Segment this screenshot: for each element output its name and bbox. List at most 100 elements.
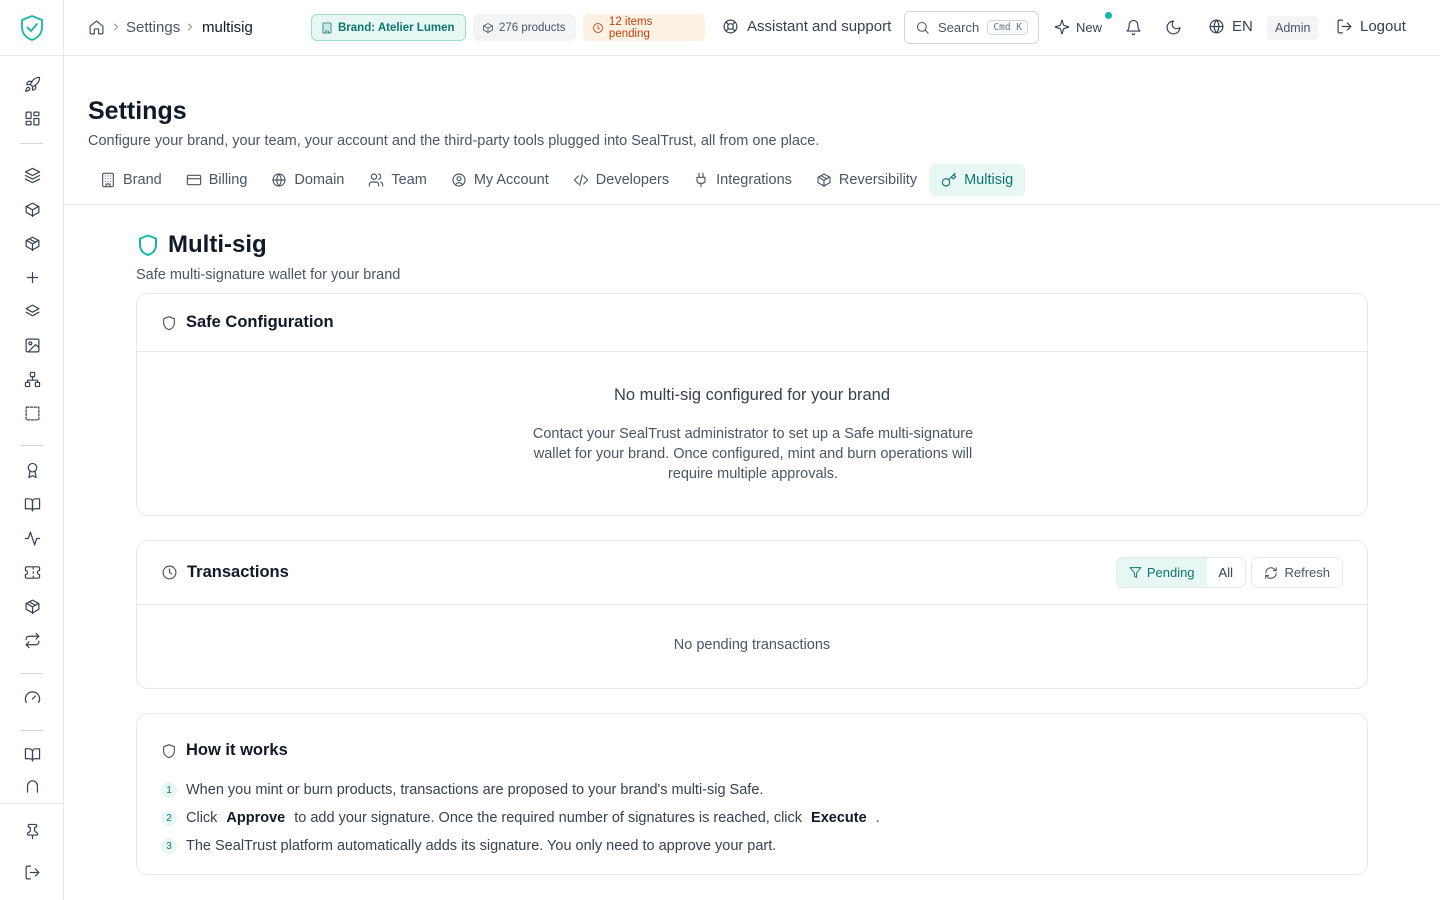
search-icon bbox=[916, 21, 929, 34]
filter-pending-button[interactable]: Pending bbox=[1116, 558, 1207, 587]
sidebar bbox=[0, 0, 64, 900]
sidebar-divider bbox=[20, 730, 43, 731]
stack-icon[interactable] bbox=[22, 301, 42, 321]
lifebuoy-icon bbox=[723, 19, 738, 34]
multisig-subtitle: Safe multi-signature wallet for your bra… bbox=[136, 267, 401, 283]
empty-state-title: No multi-sig configured for your brand bbox=[613, 386, 891, 404]
tab-developers[interactable]: Developers bbox=[561, 164, 681, 196]
multisig-title: Multi-sig bbox=[168, 231, 267, 258]
chevron-right-icon bbox=[110, 21, 122, 33]
products-badge[interactable]: 276 products bbox=[473, 14, 576, 41]
shield-icon bbox=[136, 233, 160, 257]
building-icon bbox=[102, 172, 114, 188]
tab-label: Brand bbox=[123, 172, 162, 188]
logout-icon[interactable] bbox=[22, 862, 42, 882]
activity-icon[interactable] bbox=[22, 528, 42, 548]
tab-domain[interactable]: Domain bbox=[259, 164, 356, 196]
brand-badge[interactable]: Brand: Atelier Lumen bbox=[311, 14, 466, 41]
card-header: Safe Configuration bbox=[137, 294, 1367, 351]
box-icon[interactable] bbox=[22, 199, 42, 219]
language-label: EN bbox=[1232, 18, 1253, 35]
sitemap-icon[interactable] bbox=[22, 369, 42, 389]
book-open-icon[interactable] bbox=[22, 744, 42, 764]
sidebar-top-divider bbox=[0, 55, 63, 56]
assistant-support-label: Assistant and support bbox=[747, 18, 892, 35]
user-circle-icon bbox=[452, 173, 466, 187]
logout-label: Logout bbox=[1360, 18, 1406, 35]
step-item: 2 Click Approve to add your signature. O… bbox=[161, 804, 880, 832]
code-icon bbox=[573, 174, 589, 186]
step-text-mid: to add your signature. Once the required… bbox=[294, 810, 803, 826]
filter-all-button[interactable]: All bbox=[1207, 558, 1245, 587]
moon-icon[interactable] bbox=[1165, 19, 1182, 36]
refresh-button[interactable]: Refresh bbox=[1251, 557, 1343, 588]
selection-icon[interactable] bbox=[22, 403, 42, 423]
tab-reversibility[interactable]: Reversibility bbox=[804, 164, 929, 196]
users-icon bbox=[369, 173, 384, 187]
step-approve-keyword: Approve bbox=[226, 810, 286, 826]
sealtrust-logo-icon[interactable] bbox=[19, 14, 45, 42]
home-icon[interactable] bbox=[88, 19, 105, 36]
layers-icon[interactable] bbox=[22, 165, 42, 185]
search-button[interactable]: Search Cmd K bbox=[904, 11, 1039, 44]
breadcrumb-settings[interactable]: Settings bbox=[126, 19, 180, 36]
pending-badge-label: 12 items pending bbox=[608, 15, 653, 40]
step-text: The SealTrust platform automatically add… bbox=[186, 838, 777, 854]
search-label: Search bbox=[938, 20, 980, 35]
tab-label: Reversibility bbox=[838, 172, 918, 188]
shield-icon bbox=[163, 315, 175, 330]
logout-button[interactable]: Logout bbox=[1336, 18, 1406, 35]
tab-label: Integrations bbox=[716, 172, 792, 188]
rocket-icon[interactable] bbox=[22, 74, 42, 94]
card-divider bbox=[137, 351, 1367, 352]
dashboard-grid-icon[interactable] bbox=[22, 108, 42, 128]
clock-icon bbox=[162, 565, 177, 580]
globe-icon bbox=[1209, 19, 1224, 34]
breadcrumb-current: multisig bbox=[202, 19, 253, 36]
plus-icon[interactable] bbox=[22, 267, 42, 287]
tab-team[interactable]: Team bbox=[356, 164, 438, 196]
pin-icon[interactable] bbox=[22, 821, 42, 841]
award-icon[interactable] bbox=[22, 460, 42, 480]
package-icon[interactable] bbox=[22, 233, 42, 253]
step-text-post: . bbox=[875, 810, 880, 826]
pending-badge[interactable]: 12 items pending bbox=[583, 14, 705, 41]
safe-configuration-card: Safe Configuration No multi-sig configur… bbox=[136, 293, 1368, 516]
tab-my-account[interactable]: My Account bbox=[439, 164, 561, 196]
gauge-icon[interactable] bbox=[22, 687, 42, 707]
new-button-label: New bbox=[1076, 19, 1103, 35]
arch-icon[interactable] bbox=[22, 778, 42, 794]
empty-state-text: Contact your SealTrust administrator to … bbox=[532, 426, 974, 482]
step-item: 1 When you mint or burn products, transa… bbox=[161, 776, 880, 804]
step-number: 3 bbox=[161, 838, 177, 854]
step-number: 2 bbox=[161, 810, 177, 826]
book-icon[interactable] bbox=[22, 494, 42, 514]
logout-icon bbox=[1337, 19, 1352, 34]
card-header: How it works bbox=[161, 741, 288, 760]
assistant-support-link[interactable]: Assistant and support bbox=[722, 18, 891, 35]
chevron-right-icon bbox=[184, 21, 196, 33]
card-title: How it works bbox=[186, 741, 288, 759]
role-badge: Admin bbox=[1267, 16, 1319, 40]
tab-integrations[interactable]: Integrations bbox=[681, 164, 804, 196]
brand-badge-label: Brand: Atelier Lumen bbox=[338, 21, 455, 34]
clock-icon bbox=[593, 22, 603, 33]
image-icon[interactable] bbox=[22, 335, 42, 355]
step-execute-keyword: Execute bbox=[811, 810, 867, 826]
tab-multisig[interactable]: Multisig bbox=[929, 164, 1026, 196]
globe-icon bbox=[272, 173, 286, 187]
bell-icon[interactable] bbox=[1125, 19, 1142, 36]
filter-all-label: All bbox=[1218, 565, 1233, 580]
tab-billing[interactable]: Billing bbox=[174, 164, 260, 196]
tab-brand[interactable]: Brand bbox=[88, 164, 174, 196]
topbar: Settings multisig Brand: Atelier Lumen 2… bbox=[64, 0, 1440, 56]
card-title: Safe Configuration bbox=[186, 313, 334, 331]
ticket-icon[interactable] bbox=[22, 562, 42, 582]
package-icon bbox=[483, 22, 493, 33]
package-check-icon[interactable] bbox=[22, 596, 42, 616]
repeat-icon[interactable] bbox=[22, 630, 42, 650]
new-button[interactable]: New bbox=[1054, 19, 1102, 35]
settings-tabs: Brand Billing Domain Team My Account Dev… bbox=[88, 164, 1026, 196]
refresh-icon bbox=[1265, 566, 1278, 579]
language-selector[interactable]: EN bbox=[1208, 18, 1253, 35]
